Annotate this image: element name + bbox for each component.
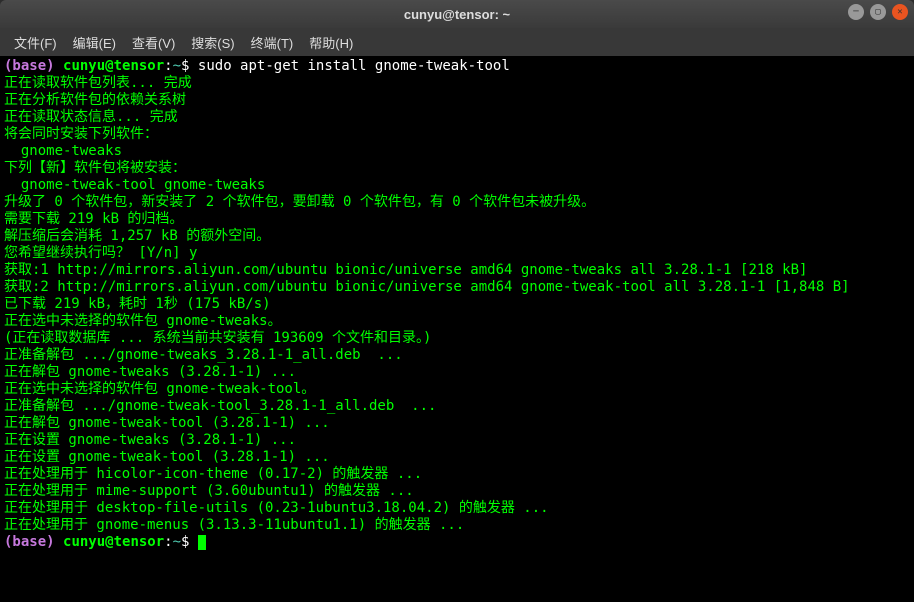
output-line: gnome-tweak-tool gnome-tweaks <box>4 177 910 194</box>
output-line: 正在读取软件包列表... 完成 <box>4 75 910 92</box>
output-line: 正在设置 gnome-tweaks (3.28.1-1) ... <box>4 432 910 449</box>
output-line: 正在读取状态信息... 完成 <box>4 109 910 126</box>
output-line: 正在设置 gnome-tweak-tool (3.28.1-1) ... <box>4 449 910 466</box>
menu-bar: 文件(F) 编辑(E) 查看(V) 搜索(S) 终端(T) 帮助(H) <box>0 28 914 56</box>
path: ~ <box>173 58 181 74</box>
menu-file[interactable]: 文件(F) <box>8 29 63 56</box>
dollar: $ <box>181 534 189 550</box>
output-line: 正在处理用于 desktop-file-utils (0.23-1ubuntu3… <box>4 500 910 517</box>
prompt-line-2: (base) cunyu@tensor:~$ <box>4 534 910 551</box>
cursor-icon <box>198 535 206 550</box>
output-line: 解压缩后会消耗 1,257 kB 的额外空间。 <box>4 228 910 245</box>
output-line: 正准备解包 .../gnome-tweaks_3.28.1-1_all.deb … <box>4 347 910 364</box>
menu-terminal[interactable]: 终端(T) <box>245 29 300 56</box>
menu-help[interactable]: 帮助(H) <box>303 29 359 56</box>
output-line: 正在处理用于 gnome-menus (3.13.3-11ubuntu1.1) … <box>4 517 910 534</box>
maximize-icon[interactable]: ▢ <box>870 4 886 20</box>
output-line: 您希望继续执行吗？ [Y/n] y <box>4 245 910 262</box>
output-line: 正在处理用于 hicolor-icon-theme (0.17-2) 的触发器 … <box>4 466 910 483</box>
sep: : <box>164 534 172 550</box>
output-line: 已下载 219 kB，耗时 1秒 (175 kB/s) <box>4 296 910 313</box>
sep: : <box>164 58 172 74</box>
window-controls: ─ ▢ ✕ <box>848 4 908 20</box>
menu-search[interactable]: 搜索(S) <box>185 29 240 56</box>
menu-edit[interactable]: 编辑(E) <box>67 29 122 56</box>
output-line: 正在选中未选择的软件包 gnome-tweak-tool。 <box>4 381 910 398</box>
output-line: 正在处理用于 mime-support (3.60ubuntu1) 的触发器 .… <box>4 483 910 500</box>
output-line: 需要下载 219 kB 的归档。 <box>4 211 910 228</box>
userhost: cunyu@tensor <box>63 534 164 550</box>
env-label: (base) <box>4 534 55 550</box>
output-line: 获取:2 http://mirrors.aliyun.com/ubuntu bi… <box>4 279 910 296</box>
path: ~ <box>173 534 181 550</box>
output-line: (正在读取数据库 ... 系统当前共安装有 193609 个文件和目录。) <box>4 330 910 347</box>
menu-view[interactable]: 查看(V) <box>126 29 181 56</box>
env-label: (base) <box>4 58 55 74</box>
window-title: cunyu@tensor: ~ <box>404 7 510 22</box>
output-line: 正在解包 gnome-tweak-tool (3.28.1-1) ... <box>4 415 910 432</box>
command-text: sudo apt-get install gnome-tweak-tool <box>189 58 509 74</box>
output-line: 将会同时安装下列软件： <box>4 126 910 143</box>
prompt-line-1: (base) cunyu@tensor:~$ sudo apt-get inst… <box>4 58 910 75</box>
userhost: cunyu@tensor <box>63 58 164 74</box>
output-line: 升级了 0 个软件包，新安装了 2 个软件包，要卸载 0 个软件包，有 0 个软… <box>4 194 910 211</box>
minimize-icon[interactable]: ─ <box>848 4 864 20</box>
output-line: 正在解包 gnome-tweaks (3.28.1-1) ... <box>4 364 910 381</box>
output-line: gnome-tweaks <box>4 143 910 160</box>
output-line: 正在选中未选择的软件包 gnome-tweaks。 <box>4 313 910 330</box>
output-line: 正在分析软件包的依赖关系树 <box>4 92 910 109</box>
output-line: 获取:1 http://mirrors.aliyun.com/ubuntu bi… <box>4 262 910 279</box>
title-bar: cunyu@tensor: ~ ─ ▢ ✕ <box>0 0 914 28</box>
terminal-area[interactable]: (base) cunyu@tensor:~$ sudo apt-get inst… <box>0 56 914 602</box>
output-line: 正准备解包 .../gnome-tweak-tool_3.28.1-1_all.… <box>4 398 910 415</box>
output-line: 下列【新】软件包将被安装： <box>4 160 910 177</box>
close-icon[interactable]: ✕ <box>892 4 908 20</box>
